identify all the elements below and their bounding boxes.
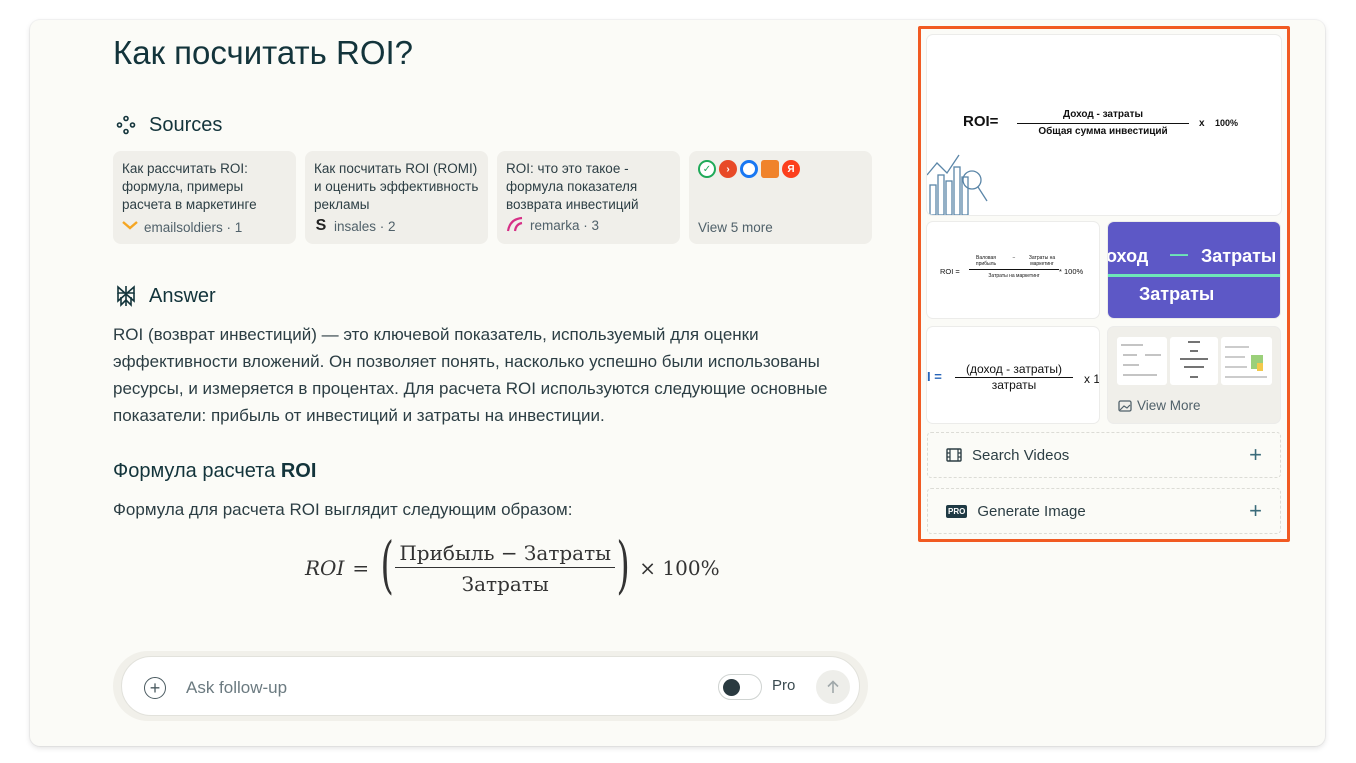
tile4-mult: x 1 bbox=[1084, 372, 1099, 386]
tile3-bar bbox=[1108, 274, 1280, 277]
sources-list: Как рассчитать ROI: формула, примеры рас… bbox=[113, 151, 872, 244]
send-button[interactable] bbox=[816, 670, 850, 704]
search-videos-label: Search Videos bbox=[972, 446, 1070, 464]
answer-heading: Answer bbox=[113, 283, 216, 309]
tile4-numerator: (доход - затраты) bbox=[955, 362, 1073, 378]
formula-times: × 100% bbox=[639, 556, 720, 580]
page-title: Как посчитать ROI? bbox=[113, 34, 414, 71]
sources-heading-label: Sources bbox=[149, 113, 223, 136]
source-meta: remarka · 3 bbox=[506, 216, 599, 235]
insales-favicon-icon: S bbox=[315, 217, 327, 234]
source-card-3[interactable]: ROI: что это такое - формула показателя … bbox=[497, 151, 680, 244]
tile2-minus: − bbox=[1012, 255, 1016, 261]
view-more-sources-card[interactable]: ✓ › Я View 5 more bbox=[689, 151, 872, 244]
source-meta: emailsoldiers · 1 bbox=[122, 220, 242, 235]
source-meta: S insales · 2 bbox=[314, 217, 396, 235]
generate-image-label: Generate Image bbox=[977, 502, 1086, 520]
answer-intro: ROI (возврат инвестиций) — это ключевой … bbox=[113, 325, 828, 425]
tile3-top-right: Затраты bbox=[1201, 246, 1277, 266]
perplexity-logo-icon bbox=[113, 283, 139, 309]
source-site: remarka · 3 bbox=[530, 218, 600, 233]
pro-badge: PRO bbox=[946, 504, 968, 518]
pro-toggle[interactable] bbox=[718, 674, 762, 700]
film-icon bbox=[946, 448, 962, 462]
main-image-multiplier: x bbox=[1199, 118, 1205, 129]
source-title: Как посчитать ROI (ROMI) и оценить эффек… bbox=[314, 161, 479, 212]
formula-left-paren: ( bbox=[380, 528, 394, 601]
arrow-up-icon bbox=[827, 680, 839, 693]
follow-up-bar: + Pro bbox=[113, 651, 868, 721]
formula-subheading-bold: ROI bbox=[280, 460, 317, 482]
sources-heading: Sources bbox=[113, 112, 222, 138]
generate-image-button[interactable]: PRO Generate Image + bbox=[927, 488, 1281, 534]
add-plus-icon: + bbox=[1249, 498, 1262, 523]
tile2-den: Затраты на маркетинг bbox=[988, 273, 1040, 279]
toggle-knob bbox=[723, 679, 740, 696]
image-result-3[interactable]: оход — Затраты Затраты bbox=[1108, 222, 1280, 318]
box-favicon-icon bbox=[761, 160, 779, 178]
follow-up-box: + Pro bbox=[121, 656, 860, 716]
roi-formula: ROI = ( Прибыль − Затраты Затраты ) × 10… bbox=[305, 534, 720, 596]
attach-plus-icon[interactable]: + bbox=[144, 677, 166, 699]
formula-intro: Формула для расчета ROI выглядит следующ… bbox=[113, 500, 573, 519]
thumbnail-3 bbox=[1221, 337, 1272, 385]
answer-heading-label: Answer bbox=[149, 284, 216, 307]
tile3-bottom: Затраты bbox=[1139, 284, 1215, 304]
thumbnail-2 bbox=[1170, 337, 1218, 385]
tile3-dash: — bbox=[1170, 244, 1188, 264]
tile3-top-left: оход bbox=[1108, 246, 1149, 266]
formula-subheading: Формула расчета ROI bbox=[113, 458, 316, 485]
main-image-percent: 100% bbox=[1215, 118, 1239, 128]
sources-icon bbox=[113, 112, 139, 138]
yandex-favicon-icon: Я bbox=[782, 160, 800, 178]
tile2-term-b: Затраты на маркетинг bbox=[1028, 255, 1056, 267]
follow-up-input[interactable] bbox=[186, 673, 606, 703]
formula-lhs: ROI bbox=[305, 556, 345, 580]
tile2-term-a: Валовая прибыль bbox=[975, 255, 997, 267]
view-more-images[interactable]: View More bbox=[1108, 327, 1280, 423]
circle-favicon-icon bbox=[740, 160, 758, 178]
formula-right-paren: ) bbox=[616, 528, 630, 601]
tile4-denominator: затраты bbox=[991, 378, 1037, 392]
thumbnail-1 bbox=[1117, 337, 1167, 385]
source-card-1[interactable]: Как рассчитать ROI: формула, примеры рас… bbox=[113, 151, 296, 244]
main-image-denominator: Общая сумма инвестиций bbox=[1038, 126, 1168, 137]
view-more-sources-label: View 5 more bbox=[698, 220, 773, 235]
main-image-lhs: ROI= bbox=[963, 113, 999, 130]
source-title: Как рассчитать ROI: формула, примеры рас… bbox=[122, 161, 257, 212]
add-plus-icon: + bbox=[1249, 442, 1262, 467]
view-more-label: View More bbox=[1137, 398, 1201, 413]
source-title: ROI: что это такое - формула показателя … bbox=[506, 161, 639, 212]
source-site: emailsoldiers · 1 bbox=[144, 220, 243, 235]
source-card-2[interactable]: Как посчитать ROI (ROMI) и оценить эффек… bbox=[305, 151, 488, 244]
formula-denominator: Затраты bbox=[461, 571, 549, 596]
formula-equals: = bbox=[352, 556, 370, 580]
formula-fraction: Прибыль − Затраты Затраты bbox=[395, 541, 616, 596]
view-more-images-link[interactable]: View More bbox=[1118, 398, 1201, 413]
tile2-lhs: ROI = bbox=[940, 267, 960, 276]
image-result-4[interactable]: I = (доход - затраты) затраты x 1 bbox=[927, 327, 1099, 423]
image-icon bbox=[1118, 399, 1132, 412]
search-videos-button[interactable]: Search Videos + bbox=[927, 432, 1281, 478]
arrow-favicon-icon: › bbox=[719, 160, 737, 178]
emailsoldiers-favicon-icon bbox=[122, 220, 138, 235]
main-image-numerator: Доход - затраты bbox=[1017, 109, 1189, 124]
media-sidebar: ROI= Доход - затраты Общая сумма инвести… bbox=[918, 26, 1290, 542]
remarka-favicon-icon bbox=[506, 216, 524, 235]
check-favicon-icon: ✓ bbox=[698, 160, 716, 178]
thread-card: Как посчитать ROI? Sources Как рассчитат… bbox=[30, 20, 1325, 746]
more-sources-favicons: ✓ › Я bbox=[698, 160, 863, 178]
image-result-2[interactable]: ROI = Валовая прибыль − Затраты на марке… bbox=[927, 222, 1099, 318]
pro-label: Pro bbox=[772, 677, 796, 694]
formula-numerator: Прибыль − Затраты bbox=[395, 541, 616, 568]
tile2-mult: * 100% bbox=[1059, 267, 1084, 276]
tile4-lhs: I = bbox=[927, 369, 942, 384]
formula-subheading-text: Формула расчета bbox=[113, 460, 281, 482]
image-result-1[interactable]: ROI= Доход - затраты Общая сумма инвести… bbox=[927, 35, 1281, 215]
source-site: insales · 2 bbox=[334, 218, 396, 234]
